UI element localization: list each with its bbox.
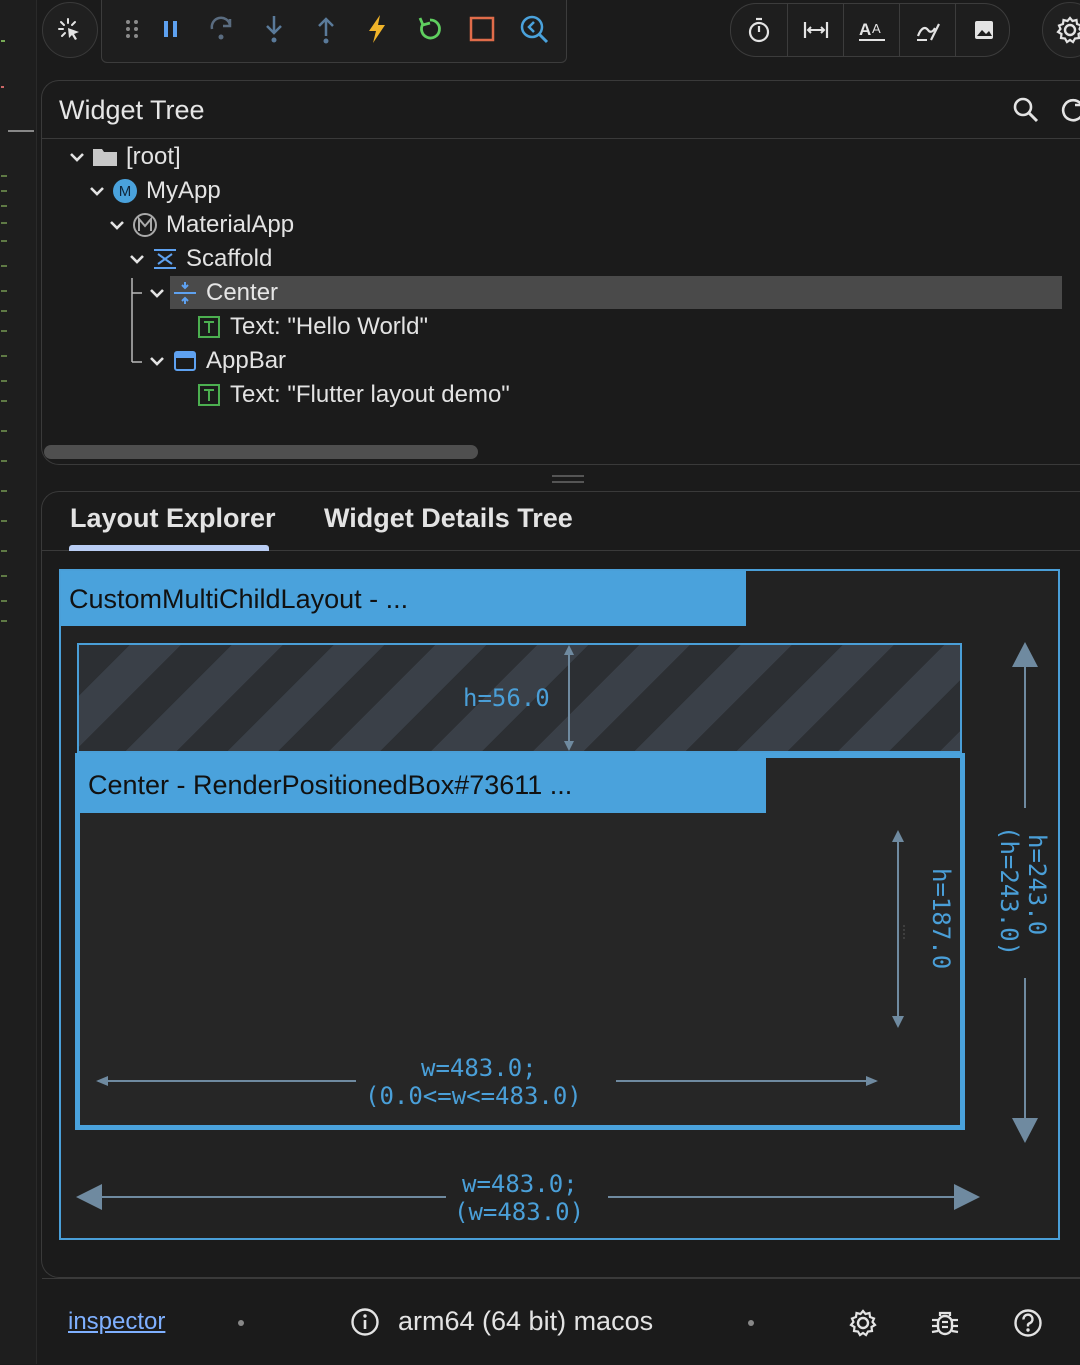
material-app-icon (132, 212, 158, 238)
center-icon (172, 280, 198, 306)
center-widget-label: Center - RenderPositionedBox#73611 ... (88, 770, 573, 800)
tree-row-center[interactable]: Center (146, 276, 278, 310)
width-measure-icon[interactable] (787, 4, 843, 56)
selected-row-highlight (170, 276, 1062, 309)
chevron-down-icon[interactable] (146, 350, 168, 372)
tree-row-label: Center (206, 279, 279, 306)
bug-icon[interactable] (928, 1306, 962, 1340)
tree-row-label: Scaffold (186, 245, 273, 272)
panel-resize-handle[interactable] (552, 474, 584, 484)
outer-height-constraint-label: (h=243.0) (995, 826, 1023, 957)
tree-row-label: Text: "Hello World" (230, 313, 428, 340)
status-bar: inspector arm64 (64 bit) macos (42, 1278, 1080, 1365)
outer-widget-header[interactable]: CustomMultiChildLayout - ... (61, 571, 746, 626)
tree-row-label: MaterialApp (166, 211, 295, 238)
devtools-icon[interactable] (519, 14, 549, 44)
appbar-icon (172, 348, 198, 374)
tree-row-text-flutter[interactable]: Text: "Flutter layout demo" (196, 378, 510, 412)
text-icon (196, 382, 222, 408)
hot-restart-icon[interactable] (415, 14, 445, 44)
center-widget-header[interactable]: Center - RenderPositionedBox#73611 ... (80, 758, 766, 813)
tree-row-label: [root] (126, 143, 181, 170)
outer-widget-label: CustomMultiChildLayout - ... (69, 584, 409, 614)
scaffold-icon (152, 246, 178, 272)
tree-row-scaffold[interactable]: Scaffold (126, 242, 272, 276)
step-out-icon[interactable] (311, 14, 341, 44)
settings-icon[interactable] (846, 1306, 880, 1340)
tab-widget-details-tree[interactable]: Widget Details Tree (324, 503, 573, 534)
tab-layout-explorer[interactable]: Layout Explorer (70, 503, 276, 534)
svg-text:A: A (872, 21, 881, 36)
chevron-down-icon[interactable] (86, 180, 108, 202)
font-size-icon[interactable]: A A (843, 4, 899, 56)
device-label: arm64 (64 bit) macos (398, 1306, 654, 1336)
tree-row-myapp[interactable]: M MyApp (86, 174, 221, 208)
refresh-icon[interactable] (1059, 96, 1080, 124)
chevron-down-icon[interactable] (106, 214, 128, 236)
chevron-down-icon[interactable] (66, 146, 88, 168)
folder-icon (92, 144, 118, 170)
paint-baseline-icon[interactable] (899, 4, 955, 56)
tree-row-label: AppBar (206, 347, 287, 374)
center-width-constraint-label: (0.0<=w<=483.0) (365, 1082, 582, 1110)
outer-height-label: h=243.0 (1023, 834, 1051, 936)
stopwatch-icon[interactable] (731, 4, 786, 56)
step-over-icon[interactable] (207, 14, 237, 44)
center-width-label: w=483.0; (421, 1054, 537, 1082)
inspector-link[interactable]: inspector (68, 1308, 165, 1336)
tree-row-text-hello[interactable]: Text: "Hello World" (196, 310, 428, 344)
hot-reload-icon[interactable] (362, 14, 392, 44)
appbar-height-label: h=56.0 (463, 684, 550, 712)
text-icon (196, 314, 222, 340)
help-icon[interactable] (1011, 1306, 1045, 1340)
active-tab-indicator (69, 545, 269, 551)
search-icon[interactable] (1012, 96, 1040, 124)
settings-icon (1055, 15, 1080, 45)
separator-dot (238, 1320, 244, 1326)
separator-dot (748, 1320, 754, 1326)
outer-width-label: w=483.0; (462, 1170, 578, 1198)
inspector-options-group: A A (730, 3, 1010, 57)
svg-text:A: A (859, 20, 871, 39)
step-into-icon[interactable] (259, 14, 289, 44)
svg-text:M: M (119, 183, 132, 200)
horizontal-scrollbar[interactable] (44, 445, 478, 459)
m-badge-icon: M (112, 178, 138, 204)
tree-row-root[interactable]: [root] (66, 140, 181, 174)
tree-row-label: Text: "Flutter layout demo" (230, 381, 510, 408)
settings-button[interactable] (1042, 2, 1080, 58)
chevron-down-icon[interactable] (126, 248, 148, 270)
tree-row-label: MyApp (146, 177, 221, 204)
image-icon[interactable] (955, 4, 1011, 56)
tree-row-appbar[interactable]: AppBar (146, 344, 286, 378)
outer-width-constraint-label: (w=483.0) (454, 1198, 585, 1226)
device-info: arm64 (64 bit) macos (350, 1306, 653, 1337)
chevron-down-icon[interactable] (146, 282, 168, 304)
info-icon[interactable] (350, 1307, 380, 1337)
stop-icon[interactable] (467, 14, 497, 44)
center-height-label: h=187.0 (927, 868, 955, 970)
tree-row-materialapp[interactable]: MaterialApp (106, 208, 294, 242)
